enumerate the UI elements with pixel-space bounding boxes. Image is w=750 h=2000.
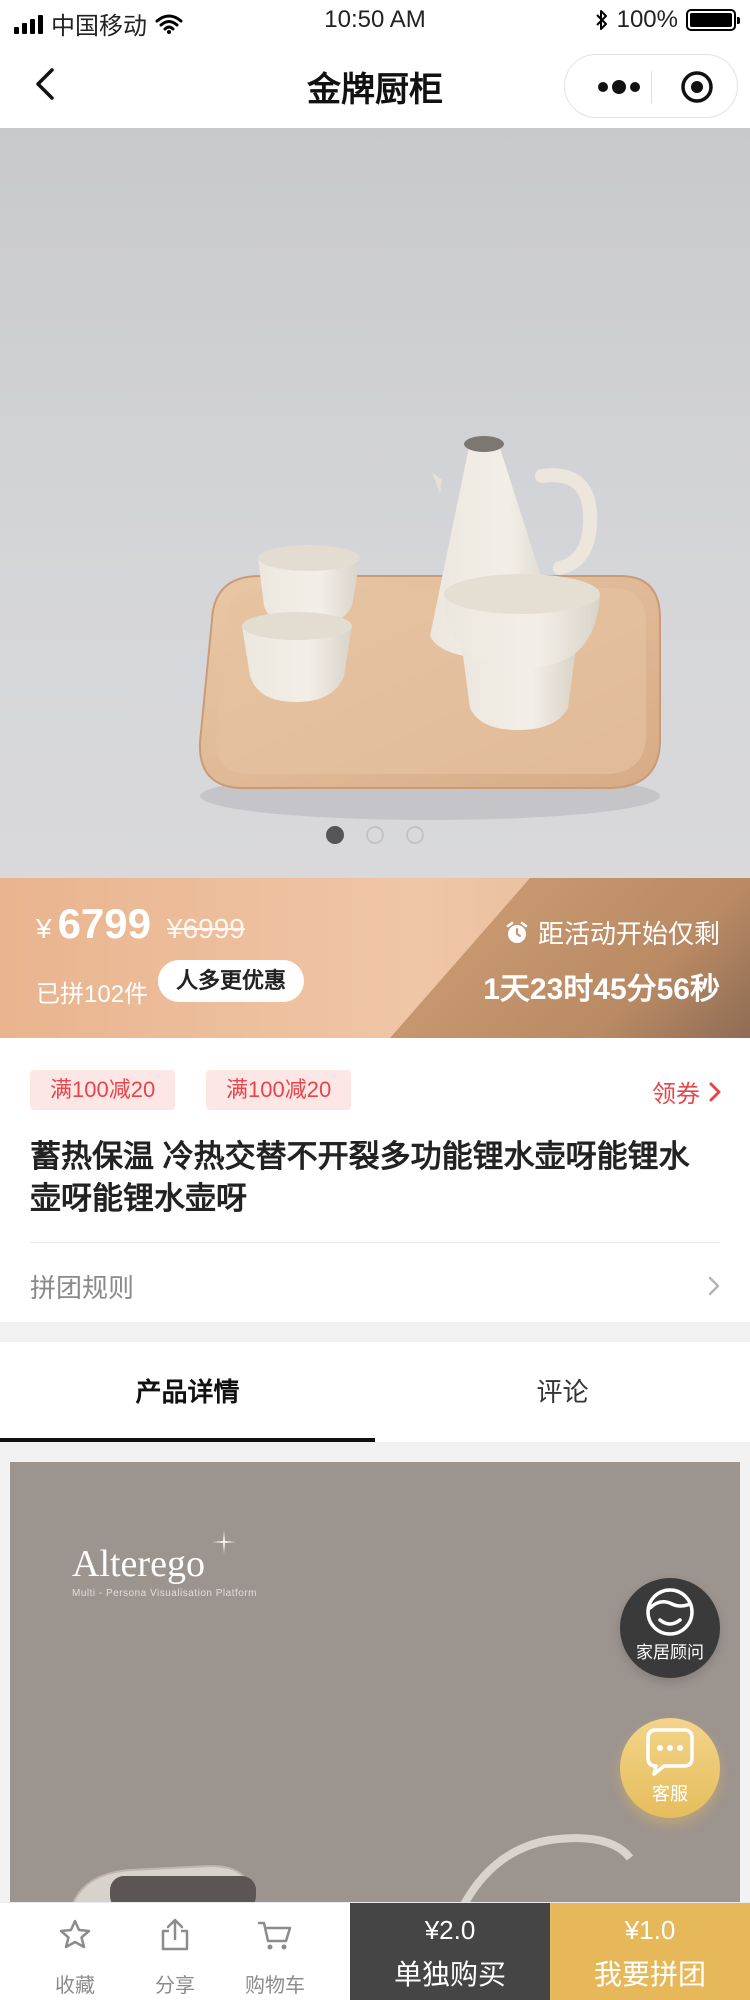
home-advisor-button[interactable]: 家居顾问 — [620, 1578, 720, 1678]
original-price: ¥6999 — [167, 913, 245, 944]
group-buy-button[interactable]: ¥1.0 我要拼团 — [550, 1903, 750, 2000]
battery-icon — [686, 9, 740, 31]
alarm-clock-icon — [506, 921, 528, 943]
nav-bar: 金牌厨柜 — [0, 40, 750, 128]
product-image-carousel[interactable] — [0, 128, 750, 878]
status-bar: 中国移动 10:50 AM 100% — [0, 0, 750, 40]
countdown-timer: 1天23时45分56秒 — [483, 973, 720, 1006]
chat-bubble-icon — [646, 1728, 694, 1776]
tab-reviews[interactable]: 评论 — [375, 1342, 750, 1442]
cart-button[interactable]: 购物车 — [225, 1903, 325, 2000]
group-buy-banner: ¥ 6799 ¥6999 已拼102件 人多更优惠 距活动开始仅剩 1天23时4… — [0, 878, 750, 1038]
more-people-discount-badge: 人多更优惠 — [158, 960, 305, 1002]
bottom-action-bar: 收藏 分享 购物车 ¥2.0 单独购买 ¥1.0 我要拼团 — [0, 1902, 750, 2000]
more-dots-icon[interactable] — [587, 63, 651, 111]
carousel-dot[interactable] — [326, 826, 344, 844]
price-row: ¥ 6799 ¥6999 — [36, 900, 245, 948]
advisor-label: 家居顾问 — [636, 1643, 704, 1662]
divider — [30, 1242, 720, 1243]
favorite-button[interactable]: 收藏 — [25, 1903, 125, 2000]
cart-label: 购物车 — [245, 1975, 305, 1997]
coupon-tag[interactable]: 满100减20 — [30, 1070, 176, 1110]
page: 中国移动 10:50 AM 100% 金牌厨柜 ¥ 6799 ¥6999 已拼1… — [0, 0, 750, 2000]
favorite-label: 收藏 — [55, 1975, 95, 1997]
share-icon — [161, 1918, 189, 1951]
group-price: 6799 — [57, 900, 152, 947]
bluetooth-icon — [595, 10, 607, 30]
customer-service-button[interactable]: 客服 — [620, 1718, 720, 1818]
detail-tabs: 产品详情 评论 — [0, 1342, 750, 1442]
joined-count: 已拼102件 — [36, 981, 149, 1008]
advisor-face-icon — [646, 1588, 694, 1636]
service-label: 客服 — [652, 1784, 688, 1804]
single-label: 单独购买 — [393, 1959, 506, 1990]
coupon-tag[interactable]: 满100减20 — [206, 1070, 352, 1110]
group-buy-price: ¥1.0 — [624, 1915, 676, 1945]
countdown-label: 距活动开始仅剩 — [537, 919, 720, 949]
currency-symbol: ¥ — [36, 913, 52, 944]
carousel-dot[interactable] — [366, 826, 384, 844]
group-buy-label: 我要拼团 — [593, 1959, 706, 1990]
carousel-dot[interactable] — [406, 826, 424, 844]
carousel-indicator — [0, 826, 750, 844]
group-rules-label[interactable]: 拼团规则 — [30, 1268, 134, 1305]
battery-percent: 100% — [616, 6, 678, 33]
get-coupon-link[interactable]: 领券 — [652, 1074, 724, 1109]
share-label: 分享 — [155, 1975, 195, 1997]
status-right: 100% — [595, 6, 740, 34]
share-button[interactable]: 分享 — [125, 1903, 225, 2000]
product-title: 蓄热保温 冷热交替不开裂多功能锂水壶呀能锂水壶呀能锂水壶呀 — [30, 1139, 690, 1216]
buy-alone-button[interactable]: ¥2.0 单独购买 — [350, 1903, 550, 2000]
chevron-right-icon[interactable] — [706, 1274, 722, 1298]
active-tab-indicator — [0, 1438, 375, 1442]
close-miniprogram-icon[interactable] — [665, 63, 729, 111]
get-coupon-label: 领券 — [652, 1081, 700, 1108]
mini-program-capsule — [564, 54, 738, 118]
capsule-divider — [651, 71, 652, 103]
chevron-right-icon — [709, 1082, 721, 1101]
star-icon — [59, 1919, 91, 1949]
product-info-card: 满100减20 满100减20 领券 蓄热保温 冷热交替不开裂多功能锂水壶呀能锂… — [0, 1038, 750, 1322]
countdown-header: 距活动开始仅剩 — [504, 914, 720, 951]
shopping-cart-icon — [257, 1921, 292, 1950]
product-photo — [198, 436, 661, 820]
single-price: ¥2.0 — [424, 1915, 476, 1945]
promo-decoration — [390, 878, 750, 1038]
tab-product-detail[interactable]: 产品详情 — [0, 1342, 375, 1442]
